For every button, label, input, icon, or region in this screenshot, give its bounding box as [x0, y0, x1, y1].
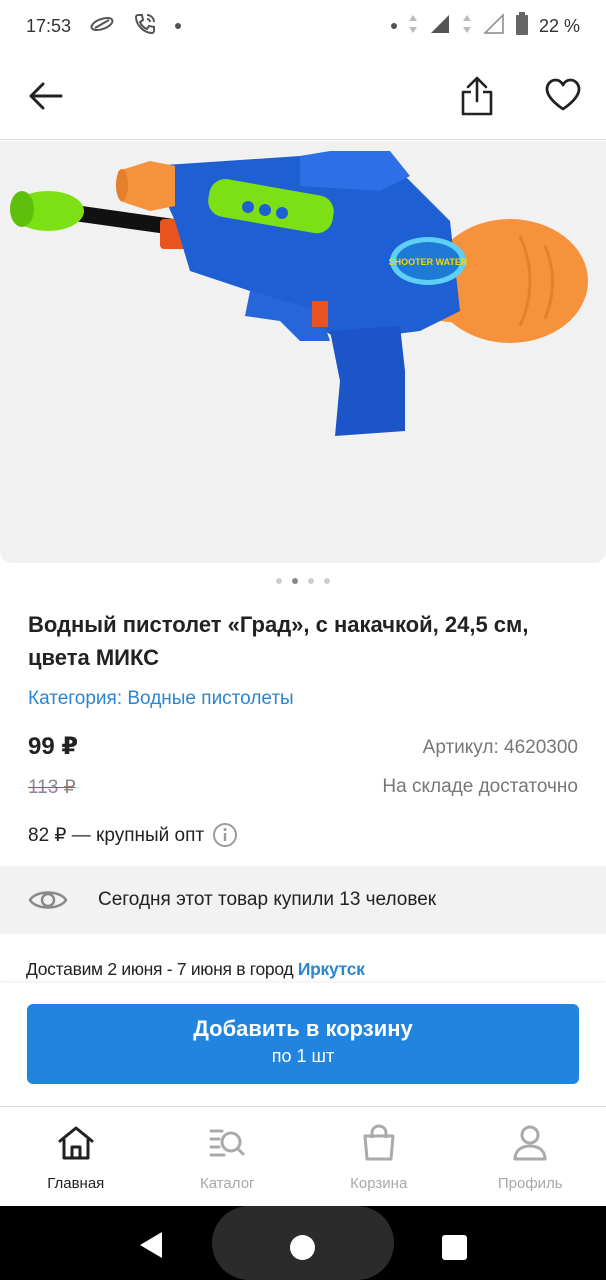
product-price: 99 ₽ [28, 733, 79, 760]
basket-icon [361, 1123, 397, 1163]
heart-icon [545, 78, 581, 111]
battery-icon [515, 11, 529, 41]
gallery-pager [0, 578, 606, 584]
product-image-gallery[interactable]: SHOOTER WATER [0, 141, 606, 563]
eye-icon [28, 891, 68, 909]
tab-profile[interactable]: Профиль [455, 1107, 606, 1206]
info-icon[interactable] [212, 822, 238, 848]
tab-home[interactable]: Главная [0, 1107, 152, 1206]
status-bar: 17:53 22 % [0, 0, 606, 52]
signal-empty-icon [483, 12, 505, 40]
nav-recents-icon[interactable] [442, 1235, 467, 1260]
product-image: SHOOTER WATER [10, 151, 588, 436]
delivery-city-link[interactable]: Иркутск [298, 959, 365, 979]
product-title: Водный пистолет «Град», с накачкой, 24,5… [28, 612, 529, 670]
wifi-call-icon [133, 12, 157, 41]
category-link[interactable]: Категория: Водные пистолеты [28, 688, 294, 710]
back-button[interactable] [24, 74, 68, 118]
purchase-counter-text: Сегодня этот товар купили 13 человек [98, 889, 437, 910]
tab-profile-label: Профиль [497, 1175, 563, 1192]
status-dot [390, 23, 397, 29]
profile-icon [512, 1123, 548, 1163]
pager-dot[interactable] [276, 578, 282, 584]
notification-icon [89, 15, 115, 38]
article-number: Артикул: 4620300 [422, 737, 578, 758]
catalog-search-icon [208, 1123, 246, 1163]
top-app-bar [0, 52, 606, 140]
tab-cart[interactable]: Корзина [303, 1107, 455, 1206]
purchase-counter-banner: Сегодня этот товар купили 13 человек [0, 866, 606, 934]
tab-catalog-label: Каталог [199, 1175, 255, 1192]
tab-cart-label: Корзина [350, 1175, 408, 1192]
delivery-info: Доставим 2 июня - 7 июня в город Иркутск [26, 959, 365, 980]
data-arrows-icon [461, 13, 473, 40]
delivery-text: Доставим 2 июня - 7 июня в город [26, 959, 298, 979]
bottom-tab-bar: Главная Каталог Корзина Профиль [0, 1107, 606, 1206]
share-icon [461, 76, 493, 116]
wholesale-price: 82 ₽ — крупный опт [28, 822, 238, 848]
old-price: 113 ₽ [28, 777, 76, 798]
pager-dot[interactable] [308, 578, 314, 584]
add-to-cart-button[interactable]: Добавить в корзину по 1 шт [27, 1004, 579, 1084]
pager-dot[interactable] [324, 578, 330, 584]
cart-action-area: Добавить в корзину по 1 шт [0, 983, 606, 1107]
favorite-button[interactable] [540, 72, 586, 118]
system-navigation-bar [0, 1206, 606, 1280]
home-icon [57, 1123, 95, 1163]
data-arrows-icon [407, 13, 419, 40]
add-to-cart-label: Добавить в корзину [193, 1016, 413, 1041]
tab-catalog[interactable]: Каталог [152, 1107, 304, 1206]
wholesale-price-text: 82 ₽ — крупный опт [28, 824, 205, 846]
add-to-cart-quantity: по 1 шт [271, 1046, 335, 1066]
pager-dot-active[interactable] [292, 578, 298, 584]
nav-back-icon[interactable] [138, 1230, 164, 1260]
status-dot [175, 23, 182, 29]
nav-home-icon[interactable] [290, 1235, 315, 1260]
tab-home-label: Главная [47, 1175, 105, 1192]
back-arrow-icon [29, 82, 63, 110]
stock-status: На складе достаточно [382, 776, 578, 797]
share-button[interactable] [455, 72, 499, 120]
product-image-logo: SHOOTER WATER [389, 257, 468, 267]
battery-level: 22 % [538, 15, 580, 36]
signal-icon [429, 13, 451, 40]
status-time: 17:53 [26, 15, 72, 36]
